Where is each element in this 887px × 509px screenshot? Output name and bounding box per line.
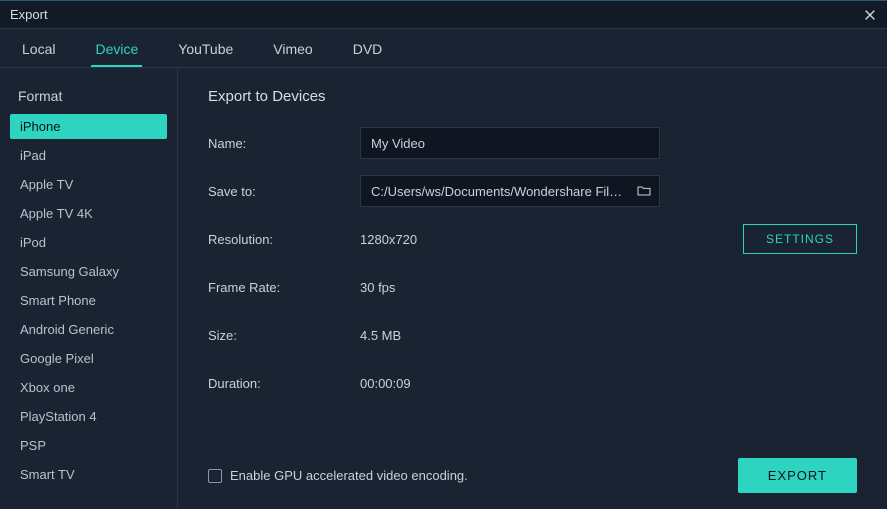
tab-bar: Local Device YouTube Vimeo DVD [0,29,887,68]
format-item[interactable]: PSP [10,433,167,458]
frame-rate-label: Frame Rate: [208,280,360,295]
gpu-checkbox[interactable]: Enable GPU accelerated video encoding. [208,468,468,483]
name-label: Name: [208,136,360,151]
main-heading: Export to Devices [208,88,857,105]
resolution-label: Resolution: [208,232,360,247]
format-item[interactable]: Samsung Galaxy [10,259,167,284]
close-icon[interactable] [863,8,877,22]
format-item[interactable]: iPod [10,230,167,255]
window-title: Export [10,7,48,22]
main-panel: Export to Devices Name: Save to: Resolut… [178,68,887,509]
format-item[interactable]: Xbox one [10,375,167,400]
format-item[interactable]: Apple TV 4K [10,201,167,226]
save-to-label: Save to: [208,184,360,199]
format-item[interactable]: Smart TV [10,462,167,487]
frame-rate-value: 30 fps [360,280,395,295]
tab-youtube[interactable]: YouTube [174,35,237,67]
sidebar-heading: Format [10,82,167,114]
sidebar: Format iPhone iPad Apple TV Apple TV 4K iPod… [0,68,178,509]
tab-device[interactable]: Device [91,35,142,67]
export-dialog: Export Local Device YouTube Vimeo DVD Format… [0,0,887,509]
duration-label: Duration: [208,376,360,391]
folder-icon[interactable] [636,183,652,199]
export-button[interactable]: EXPORT [738,458,857,493]
resolution-value: 1280x720 [360,232,417,247]
format-item[interactable]: iPad [10,143,167,168]
format-item[interactable]: Apple TV [10,172,167,197]
format-item[interactable]: Google Pixel [10,346,167,371]
tab-local[interactable]: Local [18,35,59,67]
size-label: Size: [208,328,360,343]
checkbox-icon [208,469,222,483]
format-item[interactable]: PlayStation 4 [10,404,167,429]
format-list: iPhone iPad Apple TV Apple TV 4K iPod Samsung… [10,114,167,487]
size-value: 4.5 MB [360,328,401,343]
tab-dvd[interactable]: DVD [349,35,387,67]
name-input[interactable] [360,127,660,159]
duration-value: 00:00:09 [360,376,411,391]
titlebar: Export [0,1,887,29]
format-item[interactable]: Android Generic [10,317,167,342]
format-item[interactable]: iPhone [10,114,167,139]
settings-button[interactable]: SETTINGS [743,224,857,254]
gpu-checkbox-label: Enable GPU accelerated video encoding. [230,468,468,483]
save-to-input[interactable] [360,175,660,207]
tab-vimeo[interactable]: Vimeo [269,35,316,67]
format-item[interactable]: Smart Phone [10,288,167,313]
